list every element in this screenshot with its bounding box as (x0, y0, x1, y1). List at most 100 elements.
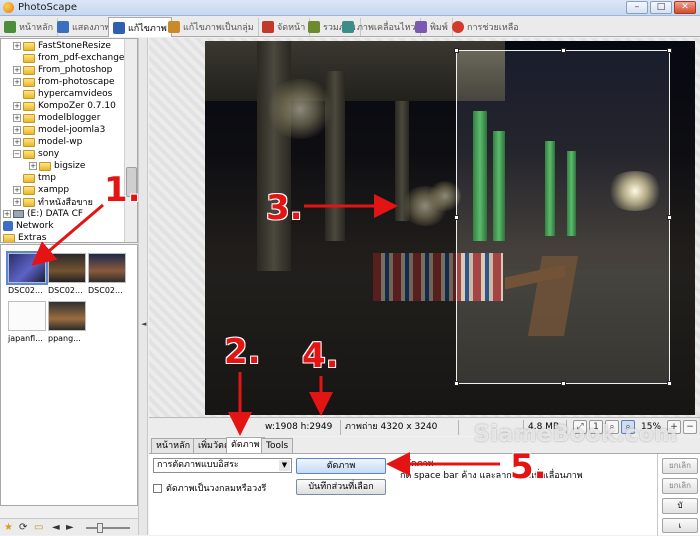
back-arrow-icon[interactable]: ◄ (52, 522, 63, 533)
forward-arrow-icon[interactable]: ► (66, 522, 77, 533)
folder-icon (23, 41, 35, 51)
crop-handle[interactable] (454, 48, 459, 53)
crop-selection[interactable] (454, 48, 672, 386)
tree-item[interactable]: Extras (3, 232, 46, 242)
annotation-step-3: 3. (266, 188, 303, 228)
tab-animated-gif[interactable]: ภาพเคลื่อนไหว (338, 18, 421, 36)
star-icon[interactable]: ★ (4, 522, 15, 533)
tree-item[interactable]: + model-wp (13, 136, 82, 148)
folder-tree: + FastStoneResize from_pdf-exchange + From… (0, 38, 138, 243)
expand-icon[interactable]: + (13, 186, 21, 194)
expand-icon[interactable]: + (13, 42, 21, 50)
tree-item[interactable]: + ทำหนังสือขาย (13, 196, 93, 208)
tree-item[interactable]: + (E:) DATA CF (3, 208, 83, 220)
expand-icon[interactable]: + (13, 78, 21, 86)
save-selection-button[interactable]: บันทึกส่วนที่เลือก (296, 479, 386, 495)
tab-help[interactable]: การช่วยเหลือ (448, 18, 523, 36)
expand-icon[interactable]: + (3, 210, 11, 218)
expand-icon[interactable]: + (13, 198, 21, 206)
circle-crop-option[interactable]: ตัดภาพเป็นวงกลมหรือวงรี (153, 481, 266, 495)
thumbnail-label: ppang... (48, 334, 81, 343)
tab-viewer[interactable]: แสดงภาพ (53, 18, 116, 36)
tree-item[interactable]: + model-joomla3 (13, 124, 105, 136)
undo-all-button[interactable]: ยกเลิก (662, 478, 698, 494)
thumbnail-image[interactable] (6, 251, 48, 285)
tree-item[interactable]: hypercamvideos (23, 88, 112, 100)
tree-item[interactable]: tmp (23, 172, 56, 184)
crop-handle[interactable] (667, 381, 672, 386)
photo-resolution: ภาพถ่าย 4320 x 3240 (341, 420, 459, 435)
expand-icon[interactable]: + (13, 102, 21, 110)
folder-icon (23, 77, 35, 87)
tree-item[interactable]: Network (3, 220, 54, 232)
crop-mode-select[interactable]: การตัดภาพแบบอิสระ ▼ (153, 458, 292, 473)
crop-handle[interactable] (454, 381, 459, 386)
circle-crop-checkbox[interactable] (153, 483, 162, 493)
animation-icon (342, 21, 354, 33)
crop-hint: กด space bar ค้าง และลากเมาส์เพื่อเลื่อน… (400, 471, 583, 481)
tab-batch-editor[interactable]: แก้ไขภาพเป็นกลุ่ม (164, 18, 259, 36)
tab-print[interactable]: พิมพ์ (411, 18, 453, 36)
menu-button[interactable]: เ (662, 518, 698, 533)
minimize-button[interactable]: – (626, 1, 648, 14)
crop-handle[interactable] (454, 215, 459, 220)
tab-editor[interactable]: แก้ไขภาพ (108, 17, 172, 37)
tree-item[interactable]: + FastStoneResize (13, 40, 111, 52)
tree-scrollbar[interactable] (124, 39, 137, 242)
slider-handle[interactable] (97, 523, 103, 533)
network-icon (3, 221, 13, 231)
thumbnail-size-slider[interactable] (86, 527, 130, 529)
folder-icon (23, 89, 35, 99)
thumbnail-image[interactable] (48, 253, 86, 283)
crop-handle[interactable] (667, 215, 672, 220)
save-button[interactable]: บั (662, 498, 698, 514)
tree-item[interactable]: + bigsize (29, 160, 85, 172)
watermark-text: SiameBook.com (474, 422, 678, 447)
crop-handle[interactable] (561, 48, 566, 53)
expand-icon[interactable]: + (13, 126, 21, 134)
panel-divider (657, 454, 658, 536)
annotation-step-4: 4. (302, 336, 339, 376)
collapse-icon[interactable]: − (13, 150, 21, 158)
batch-editor-icon (168, 21, 180, 33)
thumbnail-image[interactable] (88, 253, 126, 283)
thumbnail-label: DSC02... (48, 286, 83, 295)
tree-item[interactable]: + From_photoshop (13, 64, 112, 76)
folder-icon (3, 233, 15, 242)
expand-icon[interactable]: + (29, 162, 37, 170)
undo-button[interactable]: ยกเลิก (662, 458, 698, 474)
thumbnail-image[interactable] (8, 301, 46, 331)
tree-item[interactable]: − sony (13, 148, 59, 160)
expand-icon[interactable]: + (13, 138, 21, 146)
panel-splitter[interactable]: ◄ (138, 38, 148, 535)
tree-item[interactable]: + KompoZer 0.7.10 (13, 100, 116, 112)
thumbnail-label: DSC02... (8, 286, 43, 295)
maximize-button[interactable]: □ (650, 1, 672, 14)
tab-page[interactable]: จัดหน้า (258, 18, 311, 36)
edited-photo[interactable] (205, 41, 695, 415)
expand-icon[interactable]: + (13, 66, 21, 74)
folder-icon (23, 185, 35, 195)
crop-button[interactable]: ตัดภาพ (296, 458, 386, 474)
thumbnail-toolbar: ★ ⟳ ▭ ◄ ► (0, 518, 138, 535)
tab-tools[interactable]: Tools (261, 438, 294, 453)
expand-icon[interactable]: + (13, 114, 21, 122)
collapse-arrow-icon[interactable]: ◄ (141, 320, 146, 328)
dropdown-arrow-icon[interactable]: ▼ (279, 460, 290, 471)
zoom-out-icon[interactable]: − (683, 420, 697, 434)
editor-icon (113, 21, 125, 34)
thumbnail-image[interactable] (48, 301, 86, 331)
tab-crop[interactable]: ตัดภาพ (226, 437, 265, 453)
crop-handle[interactable] (667, 48, 672, 53)
tab-home-tools[interactable]: หน้าหลัก (151, 438, 196, 453)
folder-icon (23, 113, 35, 123)
tab-home[interactable]: หน้าหลัก (0, 18, 59, 36)
folder-open-icon[interactable]: ▭ (34, 522, 45, 533)
refresh-icon[interactable]: ⟳ (19, 522, 30, 533)
tree-item[interactable]: + modelblogger (13, 112, 100, 124)
tree-item[interactable]: from_pdf-exchange (23, 52, 124, 64)
crop-handle[interactable] (561, 381, 566, 386)
tree-item[interactable]: + from-photoscape (13, 76, 115, 88)
close-button[interactable]: ✕ (674, 1, 696, 14)
folder-icon (23, 125, 35, 135)
